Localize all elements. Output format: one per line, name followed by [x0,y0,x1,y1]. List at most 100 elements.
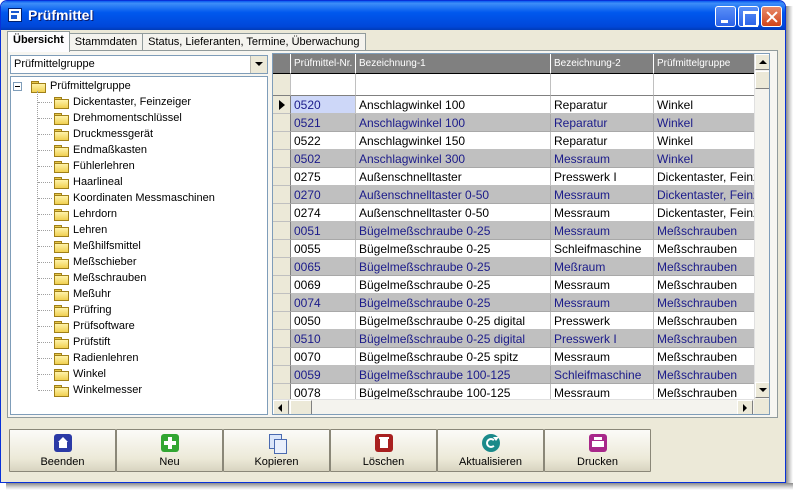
table-cell[interactable]: Bügelmeßschraube 0-25 spitz [356,348,551,366]
table-cell[interactable]: 0051 [291,222,356,240]
table-cell[interactable]: 0055 [291,240,356,258]
row-selector[interactable] [273,240,291,258]
table-cell[interactable]: 0520 [291,96,356,114]
table-cell[interactable]: Außenschnelltaster 0-50 [356,204,551,222]
aktualisieren-button[interactable]: Aktualisieren [437,429,544,472]
table-cell[interactable]: Messraum [551,348,654,366]
table-cell[interactable]: Messraum [551,276,654,294]
table-cell[interactable]: Bügelmeßschraube 0-25 digital [356,312,551,330]
table-cell[interactable]: Dickentaster, Feinzeiger [654,186,754,204]
group-tree[interactable]: Prüfmittelgruppe Dickentaster, Feinzeige… [10,76,268,415]
table-cell[interactable]: Presswerk I [551,168,654,186]
table-cell[interactable]: Meßschrauben [654,384,754,399]
new-row-cell[interactable] [291,74,356,96]
scroll-right-icon[interactable] [737,400,753,414]
table-cell[interactable]: Dickentaster, Feinzeiger [654,168,754,186]
table-cell[interactable]: Meßschrauben [654,222,754,240]
tab-uebersicht[interactable]: Übersicht [7,31,70,52]
title-bar[interactable]: Prüfmittel [1,1,785,30]
close-button[interactable] [761,6,782,27]
row-selector[interactable] [273,330,291,348]
column-header[interactable]: Prüfmittelgruppe [654,54,754,74]
table-cell[interactable]: Meßraum [551,258,654,276]
table-cell[interactable]: 0270 [291,186,356,204]
table-cell[interactable]: Messraum [551,204,654,222]
table-cell[interactable]: Meßschrauben [654,330,754,348]
tree-item[interactable]: Winkelmesser [37,382,142,398]
table-cell[interactable]: Winkel [654,150,754,168]
table-cell[interactable]: Winkel [654,114,754,132]
table-cell[interactable]: 0502 [291,150,356,168]
tree-item[interactable]: Dickentaster, Feinzeiger [38,94,191,110]
tree-item[interactable]: Lehren [37,222,107,238]
loeschen-button[interactable]: Löschen [330,429,437,472]
row-selector[interactable] [273,150,291,168]
table-cell[interactable]: Anschlagwinkel 100 [356,114,551,132]
table-cell[interactable]: Außenschnelltaster [356,168,551,186]
tree-item[interactable]: Meßuhr [38,286,111,302]
table-cell[interactable]: 0069 [291,276,356,294]
chevron-down-icon[interactable] [250,56,267,73]
table-cell[interactable]: Winkel [654,96,754,114]
table-cell[interactable]: Meßschrauben [654,276,754,294]
tree-item[interactable]: Meßhilfsmittel [38,238,141,254]
row-selector[interactable] [273,276,291,294]
new-row-cell[interactable] [551,74,654,96]
scroll-left-icon[interactable] [273,400,289,414]
row-selector[interactable] [273,186,291,204]
table-cell[interactable]: Bügelmeßschraube 100-125 [356,366,551,384]
tree-root[interactable]: Prüfmittelgruppe [13,78,131,94]
table-cell[interactable]: Messraum [551,384,654,399]
collapse-icon[interactable] [13,81,22,91]
table-cell[interactable]: Winkel [654,132,754,150]
table-cell[interactable]: 0522 [291,132,356,150]
neu-button[interactable]: Neu [116,429,223,472]
table-cell[interactable]: Messraum [551,222,654,240]
row-selector[interactable] [273,384,291,399]
beenden-button[interactable]: Beenden [9,429,116,472]
column-header[interactable]: Bezeichnung-1 [356,54,551,74]
new-row-selector[interactable] [273,74,291,96]
table-cell[interactable]: Presswerk I [551,330,654,348]
tree-item[interactable]: Haarlineal [38,174,123,190]
tree-item[interactable]: Druckmessgerät [37,126,153,142]
table-cell[interactable]: Bügelmeßschraube 0-25 digital [356,330,551,348]
row-selector[interactable] [273,132,291,150]
row-selector[interactable] [273,222,291,240]
table-cell[interactable]: Anschlagwinkel 300 [356,150,551,168]
table-cell[interactable]: 0059 [291,366,356,384]
table-cell[interactable]: Meßschrauben [654,258,754,276]
row-selector[interactable] [273,366,291,384]
scroll-down-icon[interactable] [755,382,769,398]
app-icon[interactable] [8,8,22,22]
row-selector[interactable] [273,348,291,366]
horizontal-scrollbar[interactable] [273,399,754,414]
new-row-cell[interactable] [654,74,754,96]
table-cell[interactable]: 0074 [291,294,356,312]
instrument-grid[interactable]: Prüfmittel-Nr. Bezeichnung-1 Bezeichnung-2… [272,53,770,415]
tree-item[interactable]: Fühlerlehren [38,158,135,174]
tree-item[interactable]: Prüfring [38,302,112,318]
kopieren-button[interactable]: Kopieren [223,429,330,472]
vertical-scrollbar[interactable] [754,54,769,399]
table-cell[interactable]: Meßschrauben [654,348,754,366]
table-cell[interactable]: Bügelmeßschraube 0-25 [356,276,551,294]
table-cell[interactable]: 0050 [291,312,356,330]
row-selector[interactable] [273,204,291,222]
tree-item[interactable]: Meßschieber [38,254,137,270]
table-cell[interactable]: Schleifmaschine [551,366,654,384]
tree-item[interactable]: Radienlehren [37,350,138,366]
table-cell[interactable]: Reparatur [551,96,654,114]
table-cell[interactable]: 0078 [291,384,356,399]
tree-item[interactable]: Winkel [37,366,106,382]
maximize-button[interactable] [738,6,759,27]
table-cell[interactable]: Meßschrauben [654,366,754,384]
table-cell[interactable]: 0065 [291,258,356,276]
row-selector[interactable] [273,168,291,186]
new-row-cell[interactable] [356,74,551,96]
row-selector[interactable] [273,258,291,276]
row-selector[interactable] [273,114,291,132]
minimize-button[interactable] [715,6,736,27]
table-cell[interactable]: 0521 [291,114,356,132]
table-cell[interactable]: Anschlagwinkel 150 [356,132,551,150]
